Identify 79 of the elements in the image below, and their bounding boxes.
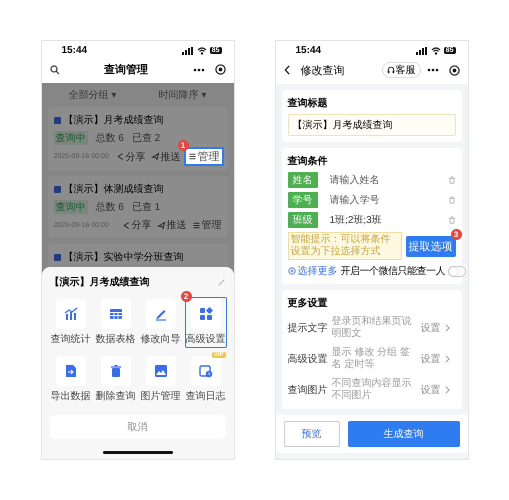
filter-dropdown[interactable]: 时间降序 ▾ — [158, 88, 206, 102]
status-time: 15:44 — [62, 45, 88, 56]
search-icon[interactable] — [50, 64, 60, 74]
more-icon[interactable] — [192, 68, 204, 72]
grid-icon — [198, 307, 212, 321]
chevron-right-icon — [444, 354, 450, 362]
checkbox-icon — [54, 116, 60, 124]
menu-tile[interactable]: 修改向导 — [140, 297, 182, 348]
status-time: 15:44 — [296, 45, 322, 56]
toggle-switch[interactable] — [448, 266, 466, 276]
extract-options-button[interactable]: 提取选项 — [406, 236, 456, 256]
plus-circle-icon — [288, 267, 296, 275]
checkbox-icon — [54, 254, 60, 260]
cancel-button[interactable]: 取消 — [50, 415, 226, 439]
toggle-label: 开启一个微信只能查一人 — [340, 264, 445, 278]
query-title: 【演示】体测成绩查询 — [64, 182, 164, 196]
card-action-link[interactable]: 分享 — [116, 150, 146, 164]
card-action-link[interactable]: 管理 — [186, 149, 222, 164]
generate-button[interactable]: 生成查询 — [348, 421, 460, 447]
status-tag: 查询中 — [54, 131, 88, 145]
card-action-link[interactable]: 管理 — [192, 218, 222, 232]
file-export-icon — [64, 364, 78, 378]
setting-description: 显示 修改 分组 签名 定时等 — [332, 347, 411, 370]
signal-icon — [416, 46, 428, 54]
query-title: 【演示】实验中学分班查询 — [64, 250, 184, 264]
setting-label: 高级设置 — [288, 352, 328, 366]
menu-tile[interactable]: 导出数据 — [50, 354, 92, 405]
condition-tag[interactable]: 姓名 — [288, 172, 318, 188]
card-action-link[interactable]: 推送 — [156, 218, 186, 232]
condition-tag[interactable]: 班级 — [288, 212, 318, 228]
step-badge: 2 — [180, 291, 192, 302]
card-action-link[interactable]: 分享 — [122, 218, 152, 232]
service-button[interactable]: 客服 — [382, 62, 420, 78]
total-count: 总数 6 — [96, 200, 124, 214]
wifi-icon — [430, 46, 441, 54]
queried-count: 已查 2 — [132, 132, 160, 145]
table-icon — [108, 307, 122, 321]
menu-tile[interactable]: 删除查询 — [94, 354, 136, 405]
wifi-icon — [196, 46, 207, 54]
setting-description: 不同查询内容显示不同图片 — [332, 378, 412, 401]
setting-label: 查询图片 — [288, 384, 328, 396]
checkbox-icon — [54, 186, 60, 192]
queried-count: 已查 1 — [132, 200, 160, 214]
condition-tag[interactable]: 学号 — [288, 192, 318, 208]
card-action-link[interactable]: 推送 — [150, 150, 180, 164]
headset-icon — [386, 66, 394, 74]
menu-tile[interactable]: 数据表格 — [94, 297, 136, 348]
back-icon[interactable] — [284, 65, 290, 75]
bar-chart-icon — [64, 307, 78, 321]
query-title: 【演示】月考成绩查询 — [64, 114, 164, 127]
setting-label: 提示文字 — [288, 322, 328, 334]
filter-dropdown[interactable]: 全部分组 ▾ — [68, 88, 116, 102]
section-heading: 查询标题 — [288, 96, 328, 110]
section-heading: 查询条件 — [288, 154, 328, 168]
setting-description: 登录页和结果页说明图文 — [332, 316, 412, 339]
setting-link[interactable]: 设置 — [420, 352, 440, 366]
hint-text: 智能提示：可以将条件设置为下拉选择方式 — [288, 232, 402, 260]
sheet-title: 【演示】月考成绩查询 — [50, 276, 150, 289]
page-title: 修改查询 — [300, 64, 346, 78]
more-icon[interactable] — [426, 68, 438, 72]
title-input-field[interactable]: 【演示】月考成绩查询 — [288, 114, 456, 136]
step-badge: 1 — [178, 140, 188, 151]
image-icon — [154, 364, 168, 378]
chevron-right-icon — [444, 386, 450, 394]
section-heading: 更多设置 — [288, 296, 328, 310]
setting-link[interactable]: 设置 — [420, 382, 440, 396]
menu-tile[interactable]: 查询统计 — [50, 297, 92, 348]
page-title: 查询管理 — [103, 62, 149, 77]
step-badge: 3 — [450, 228, 462, 240]
calendar-clock-icon — [198, 364, 212, 378]
trash-icon — [108, 364, 122, 378]
total-count: 总数 6 — [96, 132, 124, 145]
setting-link[interactable]: 设置 — [420, 320, 440, 334]
preview-button[interactable]: 预览 — [284, 421, 340, 447]
chevron-right-icon — [444, 324, 450, 332]
select-more-link[interactable]: 选择更多 — [288, 264, 338, 278]
status-tag: 查询中 — [54, 200, 88, 214]
signal-icon — [182, 46, 194, 54]
menu-tile[interactable]: 图片管理 — [140, 354, 182, 405]
